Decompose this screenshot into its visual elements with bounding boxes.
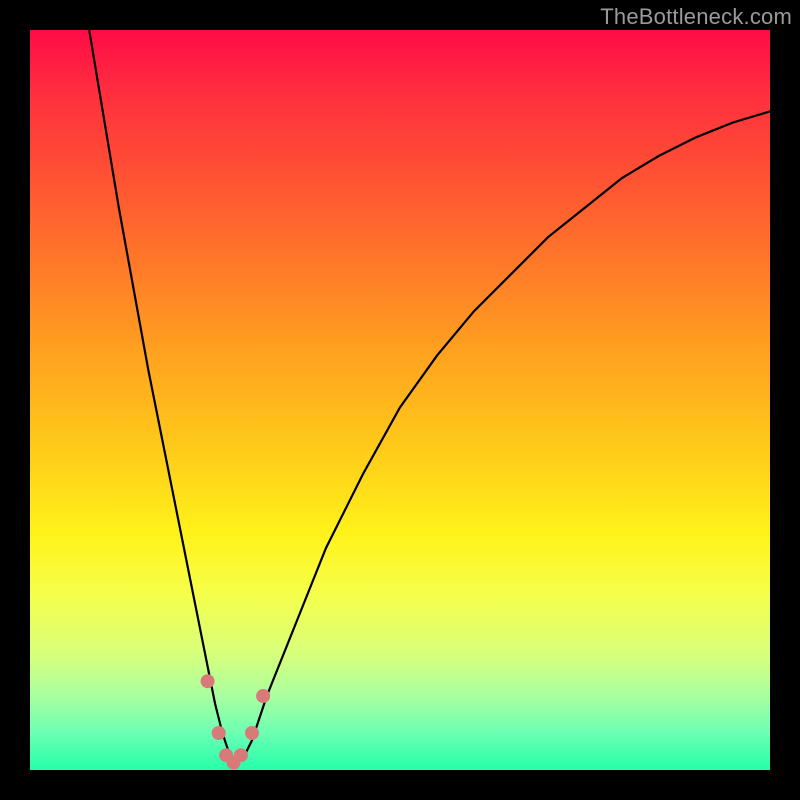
marker-point	[245, 726, 259, 740]
plot-area	[30, 30, 770, 770]
marker-point	[201, 674, 215, 688]
marker-point	[212, 726, 226, 740]
marker-point	[256, 689, 270, 703]
watermark-label: TheBottleneck.com	[600, 4, 792, 30]
chart-frame: TheBottleneck.com	[0, 0, 800, 800]
bottleneck-curve	[89, 30, 770, 763]
marker-point	[234, 748, 248, 762]
plot-svg	[30, 30, 770, 770]
